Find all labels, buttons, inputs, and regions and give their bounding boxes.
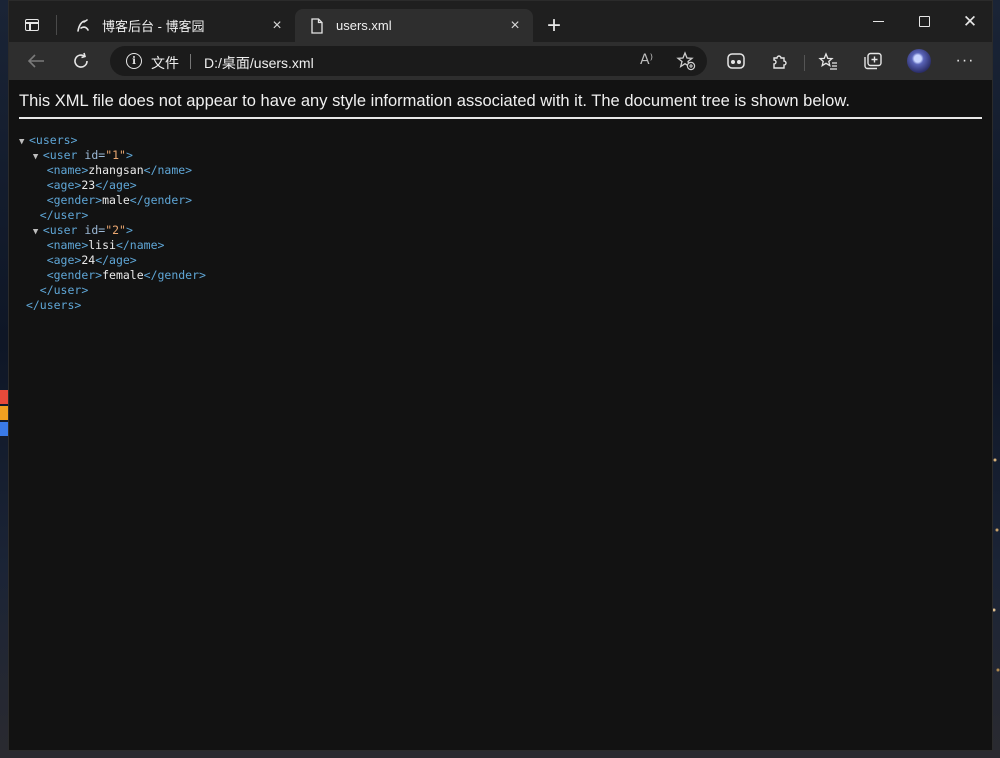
- xml-tag: </age>: [95, 253, 137, 267]
- xml-field-line: <age>24</age>: [19, 253, 206, 268]
- xml-tag: </name>: [115, 238, 165, 252]
- tab-actions-button[interactable]: [17, 10, 47, 40]
- address-divider: [190, 54, 191, 69]
- xml-notice: This XML file does not appear to have an…: [19, 92, 982, 119]
- collections-icon: [864, 52, 882, 70]
- xml-tag: <gender>: [46, 193, 103, 207]
- back-arrow-icon: [27, 54, 44, 68]
- reload-icon: [74, 52, 88, 68]
- toolbar: i 文件 D:/桌面/users.xml A⁾ ···: [9, 42, 992, 80]
- puzzle-icon: [773, 55, 787, 69]
- xml-tree: ▼ <users> ▼ <user id="1"> <name>zhangsan</…: [19, 133, 206, 313]
- xml-tag: <name>: [46, 163, 89, 177]
- xml-user-open-line: ▼ <user id="2">: [19, 223, 206, 238]
- xml-tag: <gender>: [46, 268, 103, 282]
- tab-blog-admin[interactable]: 博客后台 - 博客园 ×: [61, 9, 295, 42]
- desktop-icon-fragment: [0, 406, 8, 420]
- xml-tag: </name>: [143, 163, 193, 177]
- file-icon: [309, 17, 325, 34]
- page-content: This XML file does not appear to have an…: [9, 80, 992, 750]
- close-window-button[interactable]: ✕: [947, 1, 993, 42]
- xml-text: zhangsan: [88, 163, 144, 177]
- xml-tag: </age>: [95, 178, 137, 192]
- xml-field-line: <name>zhangsan</name>: [19, 163, 206, 178]
- xml-attr-value: "2": [105, 223, 126, 237]
- xml-field-line: <gender>male</gender>: [19, 193, 206, 208]
- collections-button[interactable]: [861, 49, 885, 73]
- tab-title: 博客后台 - 博客园: [102, 19, 205, 34]
- xml-attr-name: id=: [84, 148, 106, 162]
- profile-avatar[interactable]: [907, 49, 931, 73]
- close-icon: ✕: [962, 11, 978, 31]
- xml-tag: </users>: [25, 298, 82, 312]
- desktop-icon-fragment: [0, 390, 8, 404]
- xml-tag: <name>: [46, 238, 89, 252]
- tab-actions-icon: [25, 19, 39, 31]
- xml-tag: </user>: [39, 208, 89, 222]
- game-controller-button[interactable]: [724, 49, 748, 73]
- toolbar-separator: [804, 55, 805, 71]
- tab-close-icon[interactable]: ×: [267, 16, 287, 36]
- favorites-button[interactable]: [816, 49, 840, 73]
- maximize-icon: [918, 16, 930, 27]
- xml-attr-name: id=: [84, 223, 106, 237]
- desktop-edge-right: [992, 440, 1000, 740]
- xml-text: 24: [81, 253, 96, 267]
- maximize-button[interactable]: [901, 1, 947, 42]
- extensions-button[interactable]: [768, 49, 792, 73]
- xml-text: lisi: [88, 238, 116, 252]
- xml-tag: >: [125, 148, 133, 162]
- xml-tag: <user: [42, 148, 85, 162]
- reload-button[interactable]: [66, 46, 96, 76]
- xml-tag: >: [125, 223, 133, 237]
- scheme-label: 文件: [151, 55, 179, 71]
- add-favorite-icon[interactable]: [676, 51, 696, 71]
- xml-tag: </gender>: [129, 193, 193, 207]
- xml-text: male: [102, 193, 130, 207]
- address-bar[interactable]: i 文件 D:/桌面/users.xml A⁾: [110, 46, 707, 76]
- xml-field-line: <name>lisi</name>: [19, 238, 206, 253]
- xml-root-open-line: ▼ <users>: [19, 133, 206, 148]
- new-tab-button[interactable]: +: [541, 12, 567, 39]
- desktop-icon-fragment: [0, 422, 8, 436]
- favorites-icon: [818, 52, 837, 70]
- xml-user-close-line: </user>: [19, 283, 206, 298]
- read-aloud-icon[interactable]: A⁾: [640, 52, 653, 68]
- tab-title: users.xml: [336, 18, 392, 33]
- xml-field-line: <age>23</age>: [19, 178, 206, 193]
- site-info-icon[interactable]: i: [126, 53, 142, 69]
- xml-user-close-line: </user>: [19, 208, 206, 223]
- tab-users-xml[interactable]: users.xml ×: [295, 9, 533, 42]
- xml-tag: <user: [42, 223, 85, 237]
- xml-tag: <users>: [29, 133, 78, 147]
- titlebar-separator: [56, 15, 57, 35]
- title-bar: 博客后台 - 博客园 × users.xml × + ✕: [9, 1, 992, 42]
- game-controller-icon: [727, 53, 745, 69]
- cnblogs-favicon-icon: [75, 18, 91, 34]
- xml-tag: </gender>: [143, 268, 206, 282]
- xml-text: 23: [81, 178, 96, 192]
- xml-text: female: [102, 268, 144, 282]
- url-text[interactable]: D:/桌面/users.xml: [204, 53, 314, 73]
- xml-tag: </user>: [39, 283, 89, 297]
- back-button[interactable]: [21, 46, 51, 76]
- xml-user-open-line: ▼ <user id="1">: [19, 148, 206, 163]
- minimize-button[interactable]: [855, 1, 901, 42]
- xml-tag: <age>: [46, 253, 82, 267]
- xml-tag: <age>: [46, 178, 82, 192]
- xml-root-close-line: </users>: [19, 298, 206, 313]
- xml-field-line: <gender>female</gender>: [19, 268, 206, 283]
- browser-window: 博客后台 - 博客园 × users.xml × + ✕ i 文件 D:/桌面/…: [8, 0, 993, 751]
- more-menu-button[interactable]: ···: [953, 49, 977, 73]
- tab-close-icon[interactable]: ×: [505, 16, 525, 36]
- desktop-edge-left: [0, 380, 8, 480]
- xml-attr-value: "1": [105, 148, 126, 162]
- minimize-icon: [872, 21, 884, 22]
